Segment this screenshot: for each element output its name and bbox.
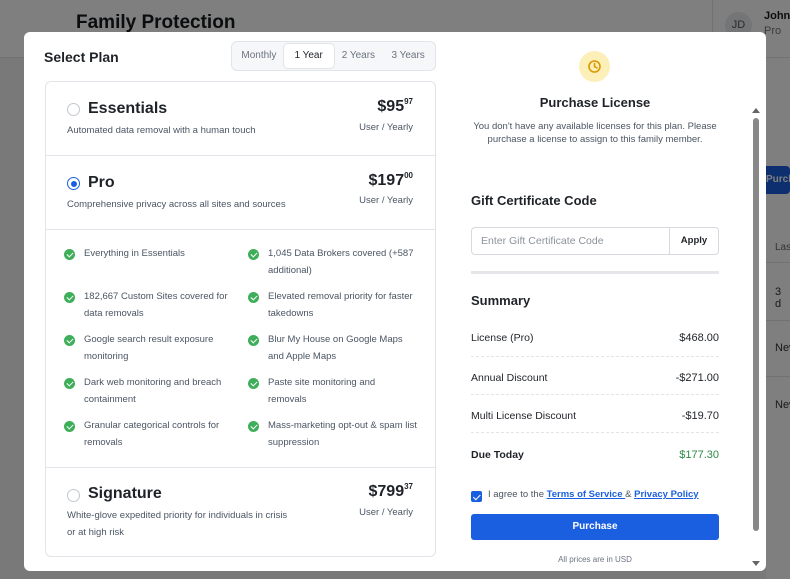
plan-essentials[interactable]: Essentials Automated data removal with a…: [46, 82, 435, 156]
usd-note: All prices are in USD: [558, 555, 632, 564]
plan-name: Pro: [88, 174, 115, 191]
agree-checkbox[interactable]: [471, 491, 482, 502]
section-divider: [471, 271, 719, 274]
summary-row: Annual Discount -$271.00: [471, 357, 719, 395]
plan-description: Automated data removal with a human touc…: [67, 125, 256, 136]
scroll-down-arrow-icon[interactable]: [752, 561, 760, 566]
license-clock-icon: [579, 51, 610, 82]
price-unit: User / Yearly: [359, 122, 413, 133]
plan-list: Essentials Automated data removal with a…: [45, 81, 436, 557]
summary-row-total: Due Today $177.30: [471, 433, 719, 471]
tab-monthly[interactable]: Monthly: [234, 44, 284, 68]
summary-label: License (Pro): [471, 332, 534, 344]
summary-value: $468.00: [679, 332, 719, 344]
check-icon: [64, 335, 75, 346]
agree-text: I agree to the Terms of Service & Privac…: [488, 489, 699, 500]
price-cents: 00: [404, 171, 413, 180]
price-unit: User / Yearly: [359, 507, 413, 518]
billing-period-toggle: Monthly 1 Year 2 Years 3 Years: [231, 41, 436, 71]
plan-pro[interactable]: Pro Comprehensive privacy across all sit…: [46, 156, 435, 230]
plan-signature[interactable]: Signature White-glove expedited priority…: [46, 468, 435, 556]
privacy-policy-link[interactable]: Privacy Policy: [634, 489, 698, 500]
purchase-license-message: You don't have any available licenses fo…: [473, 121, 717, 145]
price-whole: $197: [368, 172, 405, 189]
summary-value: -$271.00: [675, 372, 719, 384]
scroll-up-arrow-icon[interactable]: [752, 108, 760, 113]
plan-price: $79937: [368, 482, 414, 501]
terms-of-service-link[interactable]: Terms of Service: [547, 489, 626, 500]
plan-price: $9597: [377, 97, 413, 116]
price-unit: User / Yearly: [359, 195, 413, 206]
feature-item: Google search result exposure monitoring: [84, 334, 214, 362]
check-icon: [64, 249, 75, 260]
summary-value: -$19.70: [681, 410, 719, 422]
price-cents: 37: [404, 482, 413, 491]
check-icon: [248, 335, 259, 346]
summary-row: License (Pro) $468.00: [471, 319, 719, 357]
purchase-modal: Select Plan Monthly 1 Year 2 Years 3 Yea…: [24, 32, 766, 571]
check-icon: [64, 292, 75, 303]
summary-value: $177.30: [679, 449, 719, 461]
check-icon: [248, 292, 259, 303]
tab-3-years[interactable]: 3 Years: [383, 44, 433, 68]
check-icon: [64, 378, 75, 389]
modal-scrollbar[interactable]: [753, 118, 759, 531]
plan-radio-pro[interactable]: [67, 177, 80, 190]
plan-description: White-glove expedited priority for indiv…: [67, 510, 288, 538]
purchase-button[interactable]: Purchase: [471, 514, 719, 540]
check-icon: [64, 421, 75, 432]
feature-item: Paste site monitoring and removals: [268, 377, 376, 405]
summary-label: Annual Discount: [471, 372, 548, 384]
feature-item: 1,045 Data Brokers covered (+587 additio…: [268, 248, 414, 276]
check-icon: [248, 421, 259, 432]
plan-radio-essentials[interactable]: [67, 103, 80, 116]
feature-item: Mass-marketing opt-out & spam list suppr…: [268, 420, 417, 448]
check-icon: [248, 249, 259, 260]
plan-description: Comprehensive privacy across all sites a…: [67, 199, 286, 210]
tab-1-year[interactable]: 1 Year: [283, 44, 334, 68]
summary-title: Summary: [471, 293, 531, 308]
feature-item: Blur My House on Google Maps and Apple M…: [268, 334, 403, 362]
purchase-license-title: Purchase License: [539, 95, 651, 110]
apply-button[interactable]: Apply: [669, 227, 719, 255]
price-whole: $799: [368, 483, 405, 500]
plan-name: Essentials: [88, 100, 168, 117]
agree-ampersand: &: [625, 489, 635, 500]
select-plan-title: Select Plan: [44, 49, 119, 65]
feature-item: Elevated removal priority for faster tak…: [268, 291, 413, 319]
summary-label: Due Today: [471, 449, 524, 461]
price-whole: $95: [377, 98, 405, 115]
pro-feature-list: Everything in Essentials 1,045 Data Brok…: [46, 230, 435, 468]
feature-item: 182,667 Custom Sites covered for data re…: [84, 291, 228, 319]
plan-price: $19700: [368, 171, 414, 190]
gift-certificate-title: Gift Certificate Code: [471, 193, 597, 208]
summary-label: Multi License Discount: [471, 410, 577, 422]
feature-item: Granular categorical controls for remova…: [84, 420, 220, 448]
check-icon: [248, 378, 259, 389]
agree-prefix: I agree to the: [488, 489, 547, 500]
feature-item: Dark web monitoring and breach containme…: [84, 377, 222, 405]
tab-2-years[interactable]: 2 Years: [334, 44, 384, 68]
plan-name: Signature: [88, 485, 162, 502]
price-cents: 97: [404, 97, 413, 106]
summary-row: Multi License Discount -$19.70: [471, 395, 719, 433]
gift-certificate-input[interactable]: [471, 227, 669, 255]
plan-radio-signature[interactable]: [67, 489, 80, 502]
feature-item: Everything in Essentials: [84, 248, 185, 259]
